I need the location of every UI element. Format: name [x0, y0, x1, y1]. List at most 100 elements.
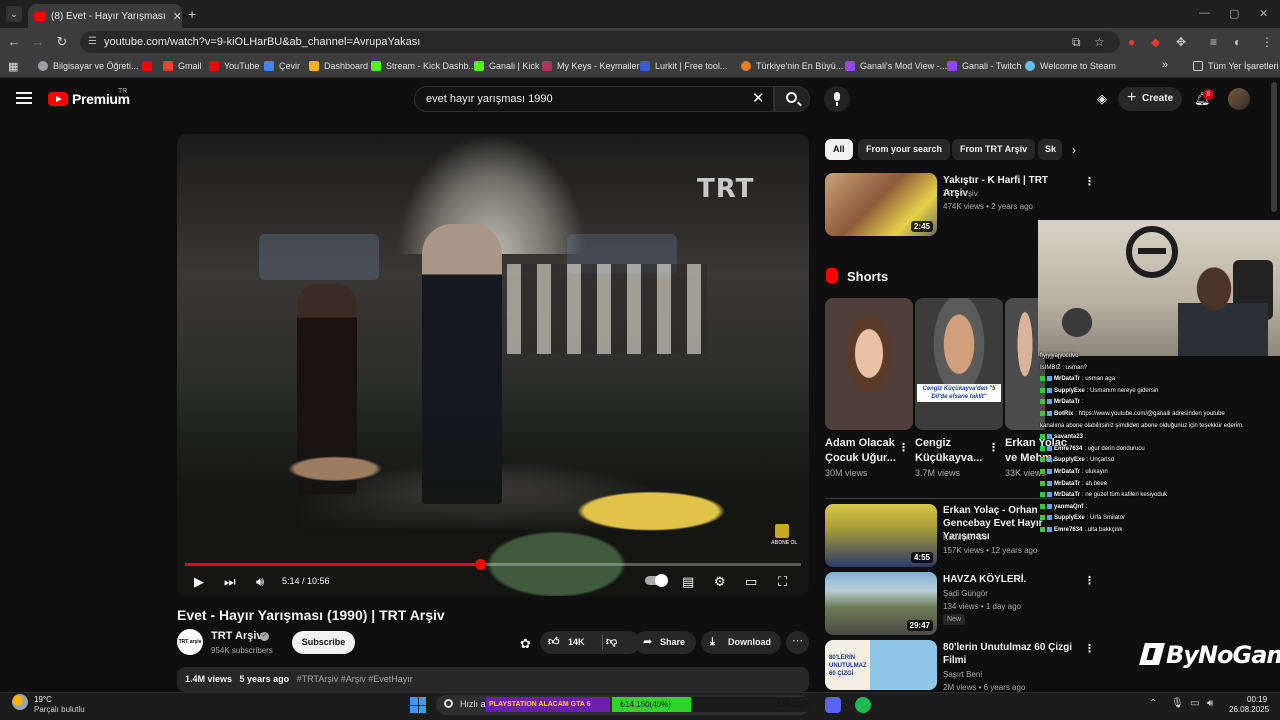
chip-partial[interactable]: Sk — [1038, 139, 1062, 160]
theater-mode-icon[interactable]: ▭ — [745, 574, 757, 590]
windows-start-icon[interactable] — [410, 697, 426, 713]
related-more-icon[interactable]: ⋮ — [1084, 574, 1095, 587]
youtube-premium-logo[interactable]: Premium TR — [48, 88, 130, 107]
minimize-icon[interactable]: — — [1199, 7, 1210, 19]
related-title[interactable]: HAVZA KÖYLERİ. — [943, 573, 1073, 586]
chevron-right-icon[interactable]: › — [1072, 143, 1076, 157]
bookmark-item[interactable]: Lurkit | Free tool... — [640, 61, 727, 71]
next-icon[interactable]: ⏭︎ — [224, 574, 236, 590]
download-button[interactable]: Download — [701, 631, 781, 654]
extension-shield-icon[interactable]: ◆ — [1151, 35, 1160, 49]
related-channel[interactable]: Kadınlar. Co — [943, 533, 987, 542]
bookmark-item[interactable]: Ganali | Kick — [474, 61, 539, 71]
more-bookmarks-button[interactable]: » — [1162, 59, 1168, 71]
temperature[interactable]: 19°C — [34, 695, 52, 704]
related-thumbnail[interactable]: 80'LERİN UNUTULMAZ 60 ÇİZGİ — [825, 640, 937, 690]
bookmark-item[interactable]: YouTube — [209, 61, 259, 71]
search-input[interactable]: evet hayır yarışması 1990 — [414, 86, 774, 112]
related-more-icon[interactable]: ⋮ — [1084, 175, 1095, 188]
close-tab-icon[interactable]: ✕ — [173, 10, 182, 23]
progress-scrubber[interactable] — [474, 559, 486, 570]
chip-all[interactable]: All — [825, 139, 853, 160]
like-count[interactable]: 14K — [568, 637, 585, 647]
apps-grid-icon[interactable]: ▦ — [8, 60, 18, 73]
description-box[interactable]: 1.4M views 5 years ago #TRTArşiv #Arşiv … — [177, 667, 809, 692]
related-channel[interactable]: Şaşırt Beni — [943, 670, 982, 679]
short-more-icon[interactable]: ⋮ — [898, 441, 909, 454]
cast-icon[interactable]: ◈ — [1097, 91, 1111, 106]
bookmark-item[interactable]: Bilgisayar ve Öğreti... — [38, 61, 139, 71]
forward-arrow-icon[interactable]: → — [30, 34, 46, 49]
short-thumbnail[interactable] — [825, 298, 913, 430]
fullscreen-icon[interactable]: ⛶ — [778, 574, 787, 590]
voice-search-button[interactable] — [824, 86, 850, 112]
back-arrow-icon[interactable]: ← — [6, 34, 22, 49]
bookmark-item[interactable]: Welcome to Steam — [1025, 61, 1116, 71]
hashtags[interactable]: #TRTArşiv #Arşiv #EvetHayır — [297, 674, 413, 684]
restore-icon[interactable]: ▢ — [1229, 7, 1239, 20]
channel-name[interactable]: TRT Arşiv — [211, 630, 263, 642]
clock-date[interactable]: 26.08.2025 — [1229, 705, 1269, 714]
all-bookmarks-folder[interactable]: Tüm Yer İşaretleri — [1193, 61, 1279, 71]
create-button[interactable]: Create — [1118, 86, 1182, 111]
play-icon[interactable]: ▶ — [194, 574, 204, 590]
extension-red-icon[interactable]: ● — [1128, 35, 1135, 49]
volume-icon[interactable]: 🔊︎ — [256, 574, 264, 590]
subtitles-icon[interactable]: ▤ — [682, 574, 694, 590]
discord-icon[interactable] — [825, 697, 841, 713]
related-thumbnail[interactable]: 29:47 — [825, 572, 937, 635]
site-info-icon[interactable]: ☰ — [88, 31, 97, 53]
tab-list-icon[interactable]: ≡ — [1210, 35, 1217, 49]
chrome-menu-icon[interactable]: ⋮ — [1261, 35, 1273, 49]
dislike-icon[interactable]: 👎︎ — [606, 635, 617, 648]
bookmark-item[interactable]: Ganali - Twitch — [947, 61, 1021, 71]
bookmark-star-icon[interactable]: ☆ — [1094, 35, 1105, 49]
reload-icon[interactable]: ↻ — [54, 34, 70, 50]
channel-avatar[interactable]: TRT arşiv — [177, 629, 203, 655]
chip-from-trt-arsiv[interactable]: From TRT Arşiv — [952, 139, 1036, 160]
install-app-icon[interactable]: ⧉ — [1072, 35, 1081, 50]
tray-network-icon[interactable]: ▭ — [1190, 698, 1199, 709]
close-window-icon[interactable]: ✕ — [1259, 7, 1268, 20]
related-channel[interactable]: Şadi Güngör — [943, 589, 988, 598]
browser-tab-active[interactable]: (8) Evet - Hayır Yarışması (1990) | TRT … — [28, 4, 182, 28]
tray-volume-icon[interactable]: 🔊︎ — [1207, 698, 1213, 709]
short-title[interactable]: Adam Olacak Çocuk Uğur... — [825, 436, 899, 466]
clock-time[interactable]: 00:19 — [1247, 695, 1267, 704]
bookmark-item[interactable]: Çevir — [264, 61, 300, 71]
bookmark-item[interactable]: Stream - Kick Dashb... — [371, 61, 476, 71]
progress-bar[interactable] — [185, 559, 801, 570]
bookmark-item[interactable]: My Keys - Keymailer — [542, 61, 640, 71]
subscribe-overlay-thumb[interactable] — [775, 524, 789, 538]
thanks-icon[interactable]: ✿ — [520, 636, 531, 652]
weather-icon[interactable] — [12, 694, 28, 710]
related-more-icon[interactable]: ⋮ — [1084, 642, 1095, 655]
clear-search-icon[interactable]: ✕ — [752, 89, 765, 107]
bookmark-item[interactable]: Türkiye'nin En Büyü... — [741, 61, 843, 71]
related-channel[interactable]: TRT Arşiv — [943, 189, 978, 198]
video-player[interactable]: TRT ABONE OL ▶ ⏭︎ 🔊︎ 5:14 / 10:56 ▤ ⚙ ▭ … — [177, 134, 809, 596]
search-button[interactable] — [774, 86, 810, 112]
short-title[interactable]: Cengiz Küçükayva... — [915, 436, 989, 466]
bookmark-item[interactable]: Ganali's Mod View -... — [845, 61, 947, 71]
bookmark-item[interactable]: Dashboard — [309, 61, 368, 71]
tab-search-button[interactable]: ⌄ — [6, 6, 22, 22]
address-bar[interactable]: ☰ youtube.com/watch?v=9-kiOLHarBU&ab_cha… — [80, 31, 1120, 53]
like-icon[interactable]: 👍︎ — [548, 635, 560, 648]
subscribe-button[interactable]: Subscribe — [292, 631, 355, 654]
account-avatar[interactable] — [1228, 88, 1250, 110]
related-title[interactable]: 80'lerin Unutulmaz 60 Çizgi Filmi — [943, 641, 1073, 667]
tray-microphone-icon[interactable]: 🎙︎ — [1171, 698, 1184, 709]
weather-description[interactable]: Parçalı bulutlu — [34, 705, 85, 714]
spotify-icon[interactable] — [855, 697, 871, 713]
related-thumbnail[interactable]: 4:55 — [825, 504, 937, 567]
short-more-icon[interactable]: ⋮ — [988, 441, 999, 454]
new-tab-button[interactable]: + — [188, 6, 196, 22]
chip-from-your-search[interactable]: From your search — [858, 139, 951, 160]
settings-gear-icon[interactable]: ⚙ — [714, 574, 726, 590]
more-actions-button[interactable]: ⋯ — [786, 631, 809, 654]
bookmark-item[interactable]: Gmail — [163, 61, 202, 71]
extensions-puzzle-icon[interactable]: ✥ — [1176, 35, 1186, 49]
share-button[interactable]: Share — [634, 631, 696, 654]
page-scrollbar[interactable] — [1271, 82, 1277, 212]
